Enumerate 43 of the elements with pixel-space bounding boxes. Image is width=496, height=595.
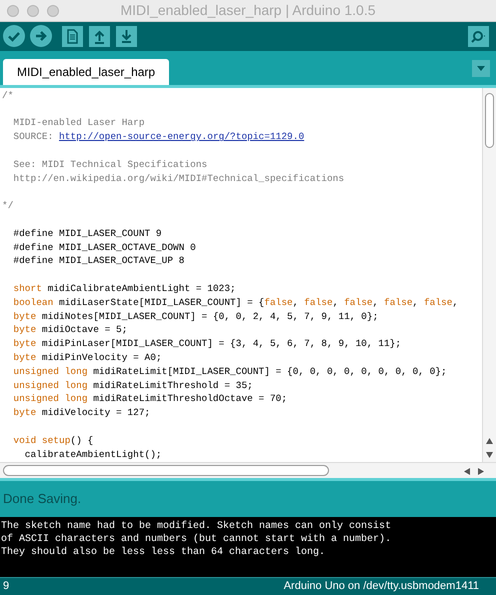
code-line: See: MIDI Technical Specifications xyxy=(12,158,208,172)
code-line: byte midiOctave = 5; xyxy=(12,323,128,338)
tab-menu-icon[interactable] xyxy=(472,60,490,77)
code-line: MIDI-enabled Laser Harp xyxy=(12,116,146,130)
code-line: byte midiVelocity = 127; xyxy=(12,406,152,420)
code-line: SOURCE: http://open-source-energy.org/?topic=1129.0 xyxy=(12,130,306,144)
horizontal-scrollbar[interactable] xyxy=(0,462,496,478)
arrow-right-icon[interactable] xyxy=(30,25,52,48)
scroll-left-icon[interactable] xyxy=(464,468,470,475)
code-line: calibrateAmbientLight(); xyxy=(24,448,163,462)
code-line: unsigned long midiRateLimitThreshold = 35; xyxy=(12,378,254,392)
scroll-right-icon[interactable] xyxy=(478,468,484,475)
code-line: /* xyxy=(1,88,14,103)
link[interactable]: http://open-source-energy.org/?topic=1129.0 xyxy=(59,131,304,142)
code-line: #define MIDI_LASER_OCTAVE_DOWN 0 xyxy=(12,240,197,254)
new-file-icon[interactable] xyxy=(62,26,83,47)
status-message: Done Saving. xyxy=(3,490,82,508)
scroll-thumb[interactable] xyxy=(485,92,494,148)
code-line: byte midiPinLaser[MIDI_LASER_COUNT] = {3, 4, 5, 6, 7, 8, 9, 10, 11}; xyxy=(12,337,402,351)
window-title: MIDI_enabled_laser_harp | Arduino 1.0.5 xyxy=(120,1,376,20)
code-line: byte midiNotes[MIDI_LASER_COUNT] = {0, 0, 2, 4, 5, 7, 9, 11, 0}; xyxy=(12,310,380,324)
board-port-label: Arduino Uno on /dev/tty.usbmodem1411 xyxy=(284,579,479,594)
magnifier-icon[interactable] xyxy=(468,26,489,47)
code-line: #define MIDI_LASER_OCTAVE_UP 8 xyxy=(12,254,186,268)
file-tab[interactable]: MIDI_enabled_laser_harp xyxy=(3,58,170,85)
vertical-scrollbar[interactable] xyxy=(482,88,496,462)
code-line: short midiCalibrateAmbientLight = 1023; xyxy=(12,282,237,296)
console-line: They should also be less less than 64 characters long. xyxy=(1,546,326,559)
code-line: #define MIDI_LASER_COUNT 9 xyxy=(12,226,163,241)
verify-icon[interactable] xyxy=(3,25,25,48)
scroll-thumb[interactable] xyxy=(3,464,329,476)
scroll-up-icon[interactable] xyxy=(486,438,493,444)
console-line: The sketch name had to be modified. Sketch names can only consist xyxy=(1,520,392,533)
code-line: http://en.wikipedia.org/wiki/MIDI#Technical_specifications xyxy=(12,172,346,186)
line-number: 9 xyxy=(3,579,10,594)
code-line: byte midiPinVelocity = A0; xyxy=(12,350,163,365)
code-line: unsigned long midiRateLimitThresholdOctave = 70; xyxy=(12,392,288,406)
code-line: boolean midiLaserState[MIDI_LASER_COUNT] = {false, false, false, false, false, xyxy=(12,296,460,310)
scroll-down-icon[interactable] xyxy=(486,452,493,458)
console-line: of ASCII characters and numbers (but cannot start with a number). xyxy=(1,532,392,546)
code-line: */ xyxy=(1,199,14,213)
code-line: unsigned long midiRateLimit[MIDI_LASER_COUNT] = {0, 0, 0, 0, 0, 0, 0, 0, 0}; xyxy=(12,364,448,379)
code-line: void setup() { xyxy=(12,434,94,448)
